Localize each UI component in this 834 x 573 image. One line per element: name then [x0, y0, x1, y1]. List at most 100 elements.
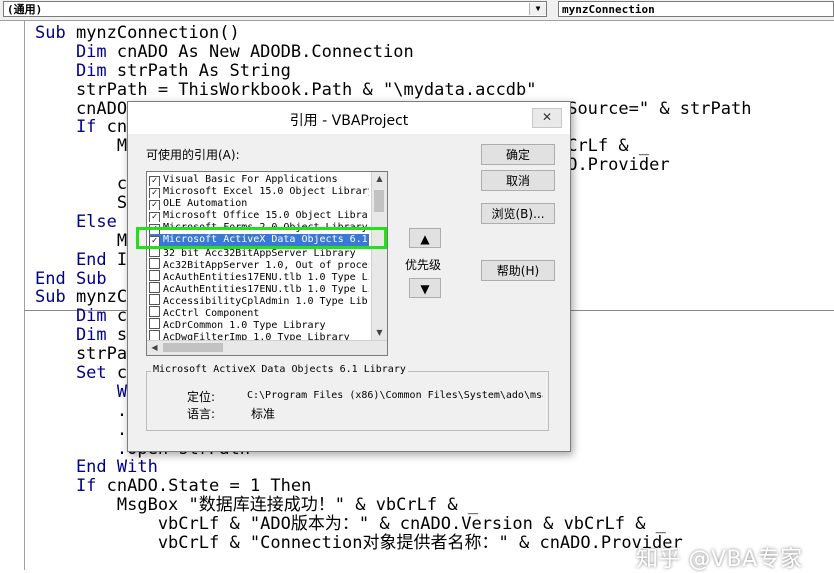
reference-item[interactable]: AcCtrl Component [149, 306, 369, 318]
reference-item[interactable]: Ac32BitAppServer 1.0, Out of process [149, 258, 369, 270]
cancel-button[interactable]: 取消 [481, 170, 555, 191]
reference-label: AcAuthEntities17ENU.tlb 1.0 Type Library [163, 272, 369, 282]
code-text: I [116, 249, 128, 270]
references-dialog: 引用 - VBAProject ✕ 可使用的引用(A): ✓ Visual Bas… [127, 101, 571, 452]
code-keyword: End [35, 249, 117, 270]
code-text: strPath = ThisWorkbook.Path & "\mydata.a… [35, 79, 537, 100]
reference-checkbox[interactable] [149, 270, 160, 281]
reference-item[interactable]: ✓ Microsoft Office 15.0 Object Library [149, 210, 369, 222]
highlight-box [136, 227, 387, 249]
code-text: c [35, 174, 128, 195]
reference-label: AcDrCommon 1.0 Type Library [163, 320, 326, 330]
code-text: vbCrLf & "ADO版本为：" & cnADO.Version & vbC… [35, 514, 666, 535]
code-keyword: Else [35, 211, 117, 232]
code-text: strPa [35, 344, 128, 365]
code-keyword: End With [35, 457, 158, 478]
reference-label: Visual Basic For Applications [163, 174, 338, 185]
code-text: mynzConnection() [75, 23, 240, 43]
code-keyword: Wi [35, 381, 138, 402]
code-line: Dim cnADO As New ADODB.Connection [35, 41, 751, 62]
horizontal-scroll-thumb[interactable] [163, 343, 223, 352]
code-margin [0, 21, 25, 570]
location-value: C:\Program Files (x86)\Common Files\Syst… [247, 390, 543, 401]
code-text: cnADO.State = 1 Then [106, 476, 312, 497]
scroll-up-icon[interactable]: ▲ [372, 172, 387, 186]
code-keyword: Dim [35, 60, 117, 81]
dialog-titlebar: 引用 - VBAProject ✕ [128, 102, 570, 134]
reference-item[interactable]: AcAuthEntities17ENU.tlb 1.0 Type Library [149, 282, 369, 294]
code-line: strPath = ThisWorkbook.Path & "\mydata.a… [35, 79, 751, 100]
code-line: If cnADO.State = 1 Then [35, 477, 751, 496]
browse-button[interactable]: 浏览(B)... [481, 203, 555, 224]
priority-down-button[interactable]: ▼ [409, 278, 441, 298]
reference-info-title: Microsoft ActiveX Data Objects 6.1 Libra… [151, 364, 408, 375]
code-keyword: Dim [35, 41, 117, 62]
reference-checkbox[interactable] [149, 258, 160, 269]
location-label: 定位: [187, 390, 216, 404]
reference-label: 32 bit Acc32BitAppServer Library [163, 248, 356, 258]
scroll-left-icon[interactable]: ◀ [147, 341, 162, 355]
reference-info-group: Microsoft ActiveX Data Objects 6.1 Libra… [146, 364, 549, 431]
reference-item[interactable]: AcAuthEntities17ENU.tlb 1.0 Type Library [149, 270, 369, 282]
procedure-dropdown-value: mynzConnection [562, 3, 655, 16]
horizontal-scrollbar[interactable]: ◀ [147, 340, 387, 355]
reference-label: AcCtrl Component [163, 308, 260, 318]
reference-item[interactable]: AcDrCommon 1.0 Type Library [149, 318, 369, 330]
chevron-down-icon[interactable]: ▼ [529, 3, 546, 15]
reference-item[interactable]: ✓ OLE Automation [149, 198, 369, 210]
reference-item[interactable]: ✓ Microsoft Excel 15.0 Object Library [149, 186, 369, 198]
reference-item[interactable]: AccessibilityCplAdmin 1.0 Type Library [149, 294, 369, 306]
priority-label: 优先级 [405, 258, 442, 272]
reference-checkbox[interactable]: ✓ [149, 200, 160, 210]
code-keyword: If [35, 476, 107, 497]
code-window-toolbar: (通用) ▼ mynzConnection [0, 0, 834, 21]
reference-checkbox[interactable] [149, 318, 160, 329]
code-keyword: If [35, 117, 107, 138]
code-text: S [35, 193, 128, 214]
object-dropdown-value: (通用) [7, 3, 43, 16]
code-line: Sub mynzConnection() [35, 24, 751, 43]
code-text: s [116, 325, 128, 346]
priority-up-button[interactable]: ▲ [409, 228, 441, 248]
code-text: cnADO As New ADODB.Connection [116, 41, 414, 62]
reference-label: Microsoft Excel 15.0 Object Library [163, 186, 369, 197]
reference-checkbox[interactable]: ✓ [149, 188, 160, 198]
language-label: 语言: [187, 407, 216, 421]
watermark: 知乎 @VBA专家 [636, 547, 803, 572]
vertical-scroll-thumb[interactable] [374, 190, 384, 212]
reference-label: OLE Automation [163, 198, 248, 209]
code-text: MsgBox "数据库连接成功！" & vbCrLf & _ [35, 495, 479, 516]
reference-checkbox[interactable] [149, 294, 160, 305]
code-line: MsgBox "数据库连接成功！" & vbCrLf & _ [35, 496, 751, 515]
help-button[interactable]: 帮助(H) [481, 260, 555, 281]
code-text: . [35, 400, 128, 421]
object-dropdown[interactable]: (通用) ▼ [3, 1, 547, 17]
reference-item[interactable]: ✓ Visual Basic For Applications [149, 174, 369, 186]
reference-label: Microsoft Office 15.0 Object Library [163, 210, 369, 221]
ok-button[interactable]: 确定 [481, 144, 555, 165]
code-text: c [116, 306, 128, 327]
reference-checkbox[interactable] [149, 282, 160, 293]
code-keyword: Dim [35, 325, 117, 346]
reference-label: Ac32BitAppServer 1.0, Out of process [163, 260, 369, 270]
procedure-dropdown[interactable]: mynzConnection [558, 1, 834, 17]
references-list[interactable]: ✓ Visual Basic For Applications ✓ Microsoft… [146, 171, 388, 356]
available-references-label: 可使用的引用(A): [146, 148, 240, 162]
reference-checkbox[interactable] [149, 306, 160, 317]
code-text: vbCrLf & "Connection对象提供者名称：" & cnADO.Pr… [35, 533, 683, 554]
reference-checkbox[interactable]: ✓ [149, 212, 160, 222]
code-keyword: Set [35, 363, 117, 384]
vertical-scrollbar[interactable]: ▲ ▼ [371, 172, 387, 340]
code-line: End With [35, 458, 751, 477]
code-line: vbCrLf & "ADO版本为：" & cnADO.Version & vbC… [35, 515, 751, 534]
close-icon[interactable]: ✕ [532, 108, 562, 128]
code-keyword: Dim [35, 306, 117, 327]
scroll-down-icon[interactable]: ▼ [372, 326, 387, 340]
code-keyword: Sub [35, 287, 76, 308]
code-text: strPath As String [116, 60, 291, 81]
reference-label: AccessibilityCplAdmin 1.0 Type Library [163, 296, 369, 306]
reference-checkbox[interactable]: ✓ [149, 176, 160, 186]
code-keyword: End Sub [35, 268, 107, 289]
code-text: mynzC [75, 287, 128, 308]
code-text: cn [106, 117, 128, 138]
